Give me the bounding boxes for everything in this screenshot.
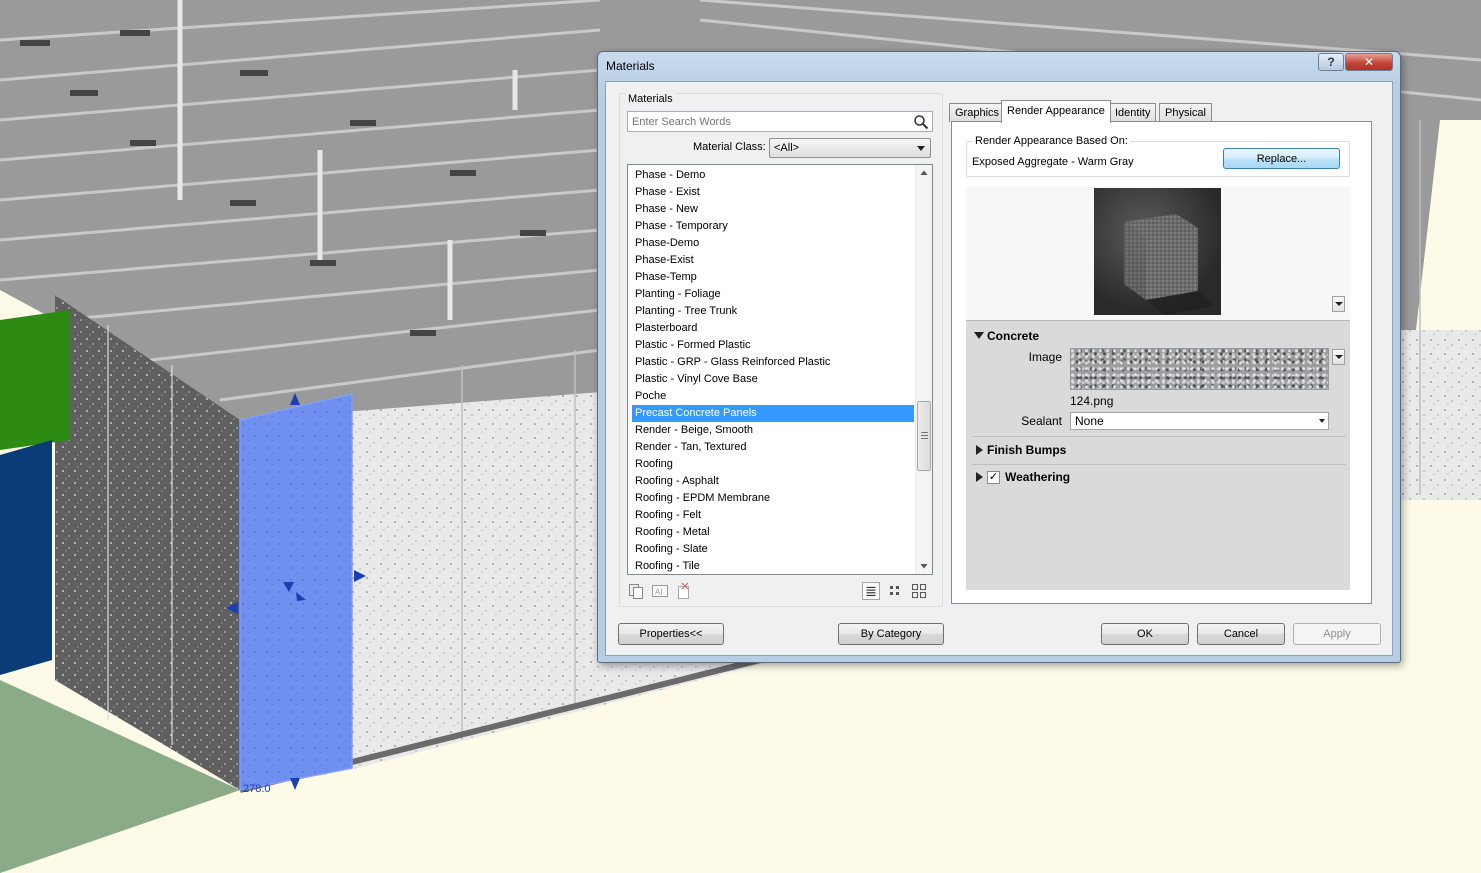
scroll-up-icon[interactable] bbox=[916, 165, 932, 181]
close-icon: ✕ bbox=[1363, 55, 1375, 69]
expand-concrete-icon[interactable] bbox=[974, 332, 984, 339]
list-item[interactable]: Roofing - Felt bbox=[632, 507, 914, 524]
expand-finish-bumps-icon[interactable] bbox=[976, 445, 983, 455]
list-item[interactable]: Roofing - Asphalt bbox=[632, 473, 914, 490]
apply-button[interactable]: Apply bbox=[1293, 623, 1381, 645]
search-input[interactable] bbox=[628, 112, 908, 131]
section-finish-bumps[interactable]: Finish Bumps bbox=[987, 443, 1066, 457]
list-item[interactable]: Roofing - EPDM Membrane bbox=[632, 490, 914, 507]
list-item[interactable]: Phase - Exist bbox=[632, 184, 914, 201]
list-toolbar: AI bbox=[627, 581, 933, 603]
replace-button[interactable]: Replace... bbox=[1223, 148, 1340, 169]
materials-list[interactable]: Phase - Demo Phase - Exist Phase - New P… bbox=[627, 164, 933, 575]
list-item[interactable]: Plasterboard bbox=[632, 320, 914, 337]
material-class-select[interactable]: <All> bbox=[769, 138, 931, 158]
material-preview-image bbox=[1094, 188, 1221, 315]
list-item[interactable]: Poche bbox=[632, 388, 914, 405]
tab-physical[interactable]: Physical bbox=[1159, 103, 1212, 122]
list-item[interactable]: Planting - Tree Trunk bbox=[632, 303, 914, 320]
image-label: Image bbox=[1028, 350, 1062, 364]
material-class-label: Material Class: bbox=[693, 141, 766, 153]
image-filename[interactable]: 124.png bbox=[1070, 394, 1113, 408]
material-class-value: <All> bbox=[774, 142, 800, 154]
by-category-button[interactable]: By Category bbox=[838, 623, 944, 645]
concrete-texture-image[interactable] bbox=[1070, 348, 1329, 390]
dialog-title: Materials bbox=[606, 59, 655, 73]
expand-weathering-icon[interactable] bbox=[976, 472, 983, 482]
separator bbox=[972, 464, 1346, 465]
list-item[interactable]: Roofing bbox=[632, 456, 914, 473]
materials-group: Materials Material Class: <All> Phase - … bbox=[619, 93, 943, 607]
section-concrete[interactable]: Concrete bbox=[987, 329, 1039, 343]
image-options-dropdown[interactable] bbox=[1332, 349, 1345, 365]
list-item[interactable]: Plastic - GRP - Glass Reinforced Plastic bbox=[632, 354, 914, 371]
large-icons-view-icon[interactable] bbox=[910, 582, 928, 600]
list-item[interactable]: Phase - Temporary bbox=[632, 218, 914, 235]
svg-text:AI: AI bbox=[655, 588, 663, 597]
cancel-button[interactable]: Cancel bbox=[1197, 623, 1285, 645]
list-item[interactable]: Phase - New bbox=[632, 201, 914, 218]
chevron-down-icon bbox=[1335, 302, 1343, 306]
weathering-checkbox[interactable]: ✓ bbox=[987, 471, 1000, 484]
properties-toggle-button[interactable]: Properties<< bbox=[618, 623, 724, 645]
based-on-value: Exposed Aggregate - Warm Gray bbox=[972, 156, 1134, 168]
chevron-down-icon bbox=[1335, 355, 1343, 359]
appearance-properties: Concrete Image 124.png Sealant None Fini… bbox=[966, 320, 1350, 590]
render-appearance-panel: Render Appearance Based On: Exposed Aggr… bbox=[951, 121, 1372, 604]
chevron-down-icon bbox=[917, 146, 925, 151]
separator bbox=[972, 436, 1346, 437]
materials-group-label: Materials bbox=[626, 93, 675, 105]
list-item[interactable]: Phase - Demo bbox=[632, 167, 914, 184]
material-preview bbox=[966, 187, 1350, 321]
list-item[interactable]: Planting - Foliage bbox=[632, 286, 914, 303]
list-scrollbar[interactable] bbox=[915, 165, 932, 574]
search-icon[interactable] bbox=[913, 114, 929, 130]
sealant-value: None bbox=[1075, 414, 1104, 428]
list-item-selected[interactable]: Precast Concrete Panels bbox=[632, 405, 914, 422]
list-item[interactable]: Render - Beige, Smooth bbox=[632, 422, 914, 439]
list-view-icon[interactable] bbox=[862, 582, 880, 600]
duplicate-icon[interactable] bbox=[627, 582, 645, 600]
dimension-label[interactable]: 278.0 bbox=[243, 783, 271, 795]
scroll-thumb[interactable] bbox=[917, 401, 931, 471]
list-item[interactable]: Roofing - Slate bbox=[632, 541, 914, 558]
tab-identity[interactable]: Identity bbox=[1109, 103, 1157, 122]
small-icons-view-icon[interactable] bbox=[886, 582, 904, 600]
list-item[interactable]: Plastic - Formed Plastic bbox=[632, 337, 914, 354]
section-weathering[interactable]: Weathering bbox=[1005, 470, 1070, 484]
preview-options-dropdown[interactable] bbox=[1332, 296, 1345, 312]
list-item[interactable]: Render - Tan, Textured bbox=[632, 439, 914, 456]
dialog-client-area: Materials Material Class: <All> Phase - … bbox=[605, 81, 1393, 656]
chevron-down-icon bbox=[1319, 419, 1325, 423]
close-button[interactable]: ✕ bbox=[1345, 53, 1393, 71]
tab-render-appearance[interactable]: Render Appearance bbox=[1001, 100, 1111, 123]
title-bar[interactable]: Materials ? ✕ bbox=[598, 52, 1400, 80]
sealant-label: Sealant bbox=[1021, 414, 1062, 428]
rename-icon[interactable]: AI bbox=[651, 582, 669, 600]
based-on-label: Render Appearance Based On: bbox=[973, 135, 1130, 147]
sealant-select[interactable]: None bbox=[1070, 412, 1329, 430]
help-button[interactable]: ? bbox=[1318, 53, 1344, 71]
list-item[interactable]: Phase-Temp bbox=[632, 269, 914, 286]
render-appearance-group: Render Appearance Based On: Exposed Aggr… bbox=[966, 135, 1350, 177]
materials-dialog: Materials ? ✕ Materials Material Class: … bbox=[597, 51, 1401, 663]
delete-icon[interactable] bbox=[675, 582, 693, 600]
ok-button[interactable]: OK bbox=[1101, 623, 1189, 645]
search-box[interactable] bbox=[627, 111, 933, 132]
list-item[interactable]: Phase-Demo bbox=[632, 235, 914, 252]
list-item[interactable]: Plastic - Vinyl Cove Base bbox=[632, 371, 914, 388]
list-item[interactable]: Roofing - Metal bbox=[632, 524, 914, 541]
tab-graphics[interactable]: Graphics bbox=[949, 103, 1006, 122]
scroll-down-icon[interactable] bbox=[916, 558, 932, 574]
list-item[interactable]: Phase-Exist bbox=[632, 252, 914, 269]
list-item[interactable]: Roofing - Tile bbox=[632, 558, 914, 574]
